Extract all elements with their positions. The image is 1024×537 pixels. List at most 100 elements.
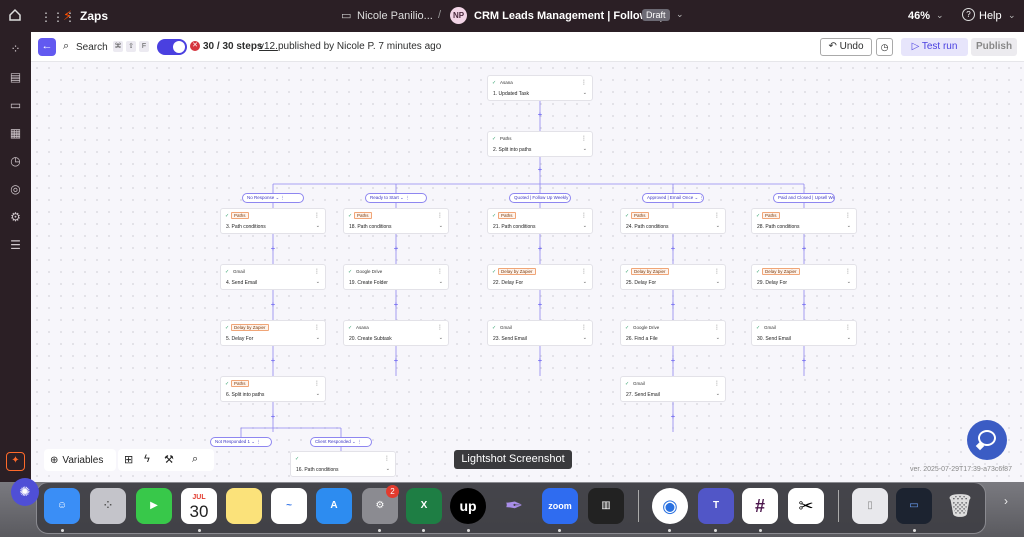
chevron-down-icon[interactable]: ⌄ [316, 279, 320, 285]
chevron-down-icon[interactable]: ⌄ [847, 223, 851, 229]
launchpad-icon[interactable]: ⁘ [90, 488, 126, 524]
step-menu-icon[interactable]: ⋮ [384, 455, 390, 462]
add-step-button[interactable]: + [669, 245, 677, 253]
step-card[interactable]: ✓ Paths 3. Path conditions ⋮ ⌄ [220, 208, 326, 234]
step-menu-icon[interactable]: ⋮ [581, 135, 587, 142]
step-card[interactable]: ✓ Paths 2. Split into paths ⋮ ⌄ [487, 131, 593, 157]
add-step-button[interactable]: + [392, 245, 400, 253]
add-step-button[interactable]: + [536, 166, 544, 174]
step-card[interactable]: ✓ Gmail 27. Send Email ⋮ ⌄ [620, 376, 726, 402]
step-card[interactable]: ✓ Gmail 30. Send Email ⋮ ⌄ [751, 320, 857, 346]
step-card[interactable]: ✓ Asana 1. Updated Task ⋮ ⌄ [487, 75, 593, 101]
add-step-button[interactable]: + [800, 245, 808, 253]
step-card[interactable]: ✓ Asana 20. Create Subtask ⋮ ⌄ [343, 320, 449, 346]
chevron-down-icon[interactable]: ⌄ [1008, 10, 1016, 21]
step-card[interactable]: ✓ Delay by Zapier 22. Delay For ⋮ ⌄ [487, 264, 593, 290]
back-button[interactable]: ← [38, 38, 56, 56]
chevron-down-icon[interactable]: ⌄ [716, 279, 720, 285]
zap-canvas[interactable]: ✓ Asana 1. Updated Task ⋮ ⌄ + ✓ Paths 2. Split i… [31, 62, 1024, 482]
chevron-down-icon[interactable]: ⌄ [316, 335, 320, 341]
step-card[interactable]: ✓ Paths 21. Path conditions ⋮ ⌄ [487, 208, 593, 234]
chevron-right-icon[interactable]: › [1004, 494, 1008, 508]
freeform-icon[interactable]: ~ [271, 488, 307, 524]
publish-button[interactable]: Publish [971, 38, 1017, 56]
step-card[interactable]: ✓ Gmail 4. Send Email ⋮ ⌄ [220, 264, 326, 290]
step-menu-icon[interactable]: ⋮ [581, 212, 587, 219]
wrench-icon[interactable]: ⚒ [164, 453, 174, 466]
step-menu-icon[interactable]: ⋮ [845, 324, 851, 331]
add-step-button[interactable]: + [669, 413, 677, 421]
add-step-button[interactable]: + [392, 357, 400, 365]
add-step-button[interactable]: + [669, 357, 677, 365]
home-icon[interactable] [8, 8, 22, 22]
notes-icon[interactable] [226, 488, 262, 524]
add-step-button[interactable]: + [800, 301, 808, 309]
chevron-down-icon[interactable]: ⌄ [583, 146, 587, 152]
capcut-icon[interactable]: ✂ [788, 488, 824, 524]
step-menu-icon[interactable]: ⋮ [581, 268, 587, 275]
path-branch-pill[interactable]: Quoted | Follow Up Weekly ⌄ ⋮ [509, 193, 571, 203]
chevron-down-icon[interactable]: ⌄ [936, 10, 944, 21]
layers-icon[interactable]: ☰ [8, 238, 23, 253]
add-step-button[interactable]: + [669, 301, 677, 309]
chevron-down-icon[interactable]: ⌄ [847, 279, 851, 285]
step-menu-icon[interactable]: ⋮ [845, 268, 851, 275]
step-menu-icon[interactable]: ⋮ [437, 268, 443, 275]
app-store-icon[interactable]: A [316, 488, 352, 524]
chevron-down-icon[interactable]: ⌄ [583, 335, 587, 341]
path-branch-pill[interactable]: Approved | Email Once ⌄ ⋮ [642, 193, 704, 203]
step-menu-icon[interactable]: ⋮ [437, 212, 443, 219]
chevron-down-icon[interactable]: ⌄ [716, 335, 720, 341]
path-branch-pill[interactable]: Not Responded 1 ⌄ ⋮ [210, 437, 272, 447]
bolt-icon[interactable]: ϟ [144, 453, 150, 465]
slack-icon[interactable]: # [742, 488, 778, 524]
search-icon[interactable]: ⌕ [63, 40, 69, 53]
history-button[interactable]: ◷ [876, 38, 893, 56]
add-step-button[interactable]: + [536, 357, 544, 365]
zoom-app-icon[interactable]: zoom [542, 488, 578, 524]
chevron-down-icon[interactable]: ⌄ [583, 279, 587, 285]
finder-icon[interactable]: ☺ [44, 488, 80, 524]
step-menu-icon[interactable]: ⋮ [314, 324, 320, 331]
activity-icon[interactable]: ◎ [8, 182, 23, 197]
add-step-button[interactable]: + [800, 357, 808, 365]
add-app-icon[interactable]: ⊞ [124, 453, 133, 466]
chevron-down-icon[interactable]: ⌄ [439, 223, 443, 229]
step-menu-icon[interactable]: ⋮ [714, 380, 720, 387]
document-icon[interactable]: ▯ [852, 488, 888, 524]
version-link[interactable]: v12. [259, 41, 278, 52]
zap-title[interactable]: CRM Leads Management | Follow Up [474, 10, 666, 22]
chevron-down-icon[interactable]: ⌄ [439, 335, 443, 341]
chat-icon[interactable]: ▭ [8, 98, 23, 113]
chevron-down-icon[interactable]: ⌄ [583, 90, 587, 96]
chevron-down-icon[interactable]: ⌄ [847, 335, 851, 341]
step-card[interactable]: ✓ Gmail 23. Send Email ⋮ ⌄ [487, 320, 593, 346]
chevron-down-icon[interactable]: ⌄ [716, 223, 720, 229]
chevron-down-icon[interactable]: ⌄ [316, 391, 320, 397]
step-menu-icon[interactable]: ⋮ [714, 268, 720, 275]
screenshot-window-icon[interactable]: ▭ [896, 488, 932, 524]
explore-icon[interactable]: ✺ [11, 478, 39, 506]
upwork-icon[interactable]: up [450, 488, 486, 524]
chrome-icon[interactable]: ◉ [652, 488, 688, 524]
step-card[interactable]: ✓ 16. Path conditions ⋮ ⌄ [290, 451, 396, 477]
step-menu-icon[interactable]: ⋮ [314, 268, 320, 275]
excel-icon[interactable]: X [406, 488, 442, 524]
add-step-button[interactable]: + [269, 357, 277, 365]
add-step-button[interactable]: + [269, 413, 277, 421]
step-menu-icon[interactable]: ⋮ [714, 212, 720, 219]
path-branch-pill[interactable]: Client Responded ⌄ ⋮ [310, 437, 372, 447]
add-step-button[interactable]: + [536, 111, 544, 119]
step-menu-icon[interactable]: ⋮ [581, 79, 587, 86]
add-step-button[interactable]: + [536, 245, 544, 253]
search-icon[interactable]: ⌕ [192, 453, 198, 466]
zap-file-icon[interactable]: ▤ [8, 70, 23, 85]
step-card[interactable]: ✓ Paths 24. Path conditions ⋮ ⌄ [620, 208, 726, 234]
chevron-down-icon[interactable]: ⌄ [716, 391, 720, 397]
step-card[interactable]: ✓ Google Drive 26. Find a File ⋮ ⌄ [620, 320, 726, 346]
step-card[interactable]: ✓ Google Drive 19. Create Folder ⋮ ⌄ [343, 264, 449, 290]
step-card[interactable]: ✓ Delay by Zapier 25. Delay For ⋮ ⌄ [620, 264, 726, 290]
history-icon[interactable]: ◷ [8, 154, 23, 169]
path-branch-pill[interactable]: Paid and Closed | Upsell Weekly ⌄ ⋮ [773, 193, 835, 203]
step-menu-icon[interactable]: ⋮ [845, 212, 851, 219]
